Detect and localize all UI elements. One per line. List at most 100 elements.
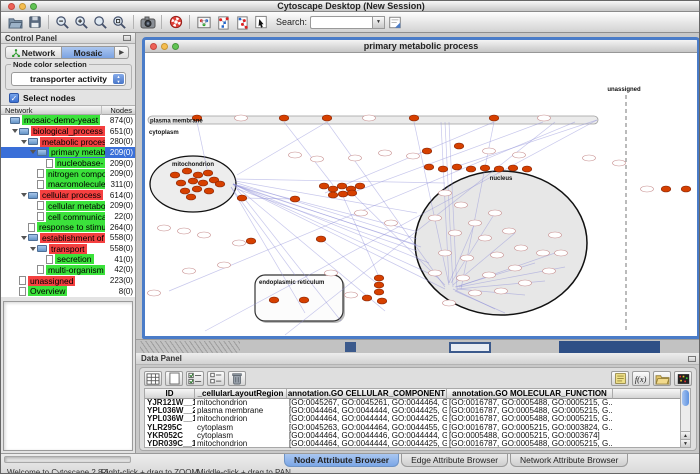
tab-edge-attribute-browser[interactable]: Edge Attribute Browser [401, 454, 508, 467]
background-window-fragment[interactable] [449, 342, 491, 353]
tree-row[interactable]: nucleobase-209(0) [1, 158, 135, 169]
network-node[interactable] [641, 186, 654, 192]
tree-row[interactable]: unassigned223(0) [1, 275, 135, 286]
network-node-selected[interactable] [347, 190, 357, 196]
network-node[interactable] [439, 250, 452, 256]
network-node-selected[interactable] [454, 143, 464, 149]
network-node-selected[interactable] [374, 282, 384, 288]
network-node-selected[interactable] [337, 183, 347, 189]
float-panel-icon[interactable] [123, 35, 131, 41]
tree-row[interactable]: primary metabo209(0) [1, 147, 135, 158]
network-node[interactable] [461, 255, 474, 261]
select-attributes-button[interactable] [144, 371, 162, 386]
tab-network-attribute-browser[interactable]: Network Attribute Browser [510, 454, 628, 467]
table-row[interactable]: YPL036W__2plasma membrane[GO:0044464, GO… [145, 407, 681, 415]
network-node-selected[interactable] [215, 181, 225, 187]
network-node[interactable] [379, 150, 392, 156]
network-node-selected[interactable] [374, 275, 384, 281]
network-node[interactable] [148, 290, 161, 296]
disclosure-triangle-icon[interactable] [12, 129, 18, 133]
table-row[interactable]: YLR295Ccytoplasm[GO:0045263, GO:0044464,… [145, 424, 681, 432]
zoom-selected-button[interactable] [91, 13, 110, 31]
close-window-icon[interactable] [8, 3, 15, 10]
network-node[interactable] [345, 292, 358, 298]
network-node-selected[interactable] [508, 165, 518, 171]
import-attributes-button[interactable] [653, 371, 671, 386]
zoom-in-button[interactable] [72, 13, 91, 31]
tree-row[interactable]: cellular metabo209(0) [1, 201, 135, 212]
table-row[interactable]: YJR121W__1mitochondrion[GO:0045267, GO:0… [145, 399, 681, 407]
network-node[interactable] [515, 245, 528, 251]
network-node[interactable] [469, 290, 482, 296]
disclosure-triangle-icon[interactable] [21, 140, 27, 144]
network-canvas[interactable]: plasma membrane cytoplasm mitochondrion … [145, 53, 697, 336]
background-window-fragment[interactable] [559, 341, 660, 353]
scrollbar-thumb[interactable] [682, 390, 689, 406]
tree-row[interactable]: mosaic-demo-yeast874(0) [1, 115, 135, 126]
network-node[interactable] [178, 228, 191, 234]
network-view-window[interactable]: primary metabolic process plasma membran… [142, 37, 700, 339]
network-node-selected[interactable] [422, 148, 432, 154]
network-node-selected[interactable] [246, 238, 256, 244]
delete-attribute-button[interactable] [228, 371, 246, 386]
select-nodes-checkbox[interactable]: ✓ [9, 93, 19, 103]
network-node[interactable] [429, 270, 442, 276]
tree-row[interactable]: multi-organism pro42(0) [1, 265, 135, 276]
network-node-selected[interactable] [192, 186, 202, 192]
select-all-attributes-button[interactable] [186, 371, 204, 386]
network-node-selected[interactable] [522, 166, 532, 172]
zoom-out-button[interactable] [53, 13, 72, 31]
new-attribute-button[interactable] [165, 371, 183, 386]
network-node[interactable] [183, 268, 196, 274]
col-header-cellular[interactable]: annotation.GO CELLULAR_COMPONENT [287, 389, 447, 399]
network-node-selected[interactable] [203, 170, 213, 176]
network-node-selected[interactable] [452, 164, 462, 170]
search-dropdown-icon[interactable]: ▼ [372, 16, 385, 29]
network-node[interactable] [443, 300, 456, 306]
network-node[interactable] [613, 160, 626, 166]
tree-row[interactable]: Overview8(0) [1, 286, 135, 297]
col-header-id[interactable]: ID [145, 389, 195, 399]
save-button[interactable] [25, 13, 44, 31]
unselect-all-attributes-button[interactable] [207, 371, 225, 386]
tree-row[interactable]: cellular process614(0) [1, 190, 135, 201]
network-node-selected[interactable] [182, 168, 192, 174]
zoom-view-icon[interactable] [172, 43, 179, 50]
col-header-molecular[interactable]: annotation.GO MOLECULAR_FUNCTION [447, 389, 613, 399]
network-node-selected[interactable] [328, 192, 338, 198]
network-node[interactable] [513, 152, 526, 158]
mosaic-plugin-button-1[interactable] [213, 13, 232, 31]
matrix-view-button[interactable] [674, 371, 692, 386]
network-node[interactable] [233, 240, 246, 246]
network-node[interactable] [289, 152, 302, 158]
network-node[interactable] [555, 250, 568, 256]
notepad-button[interactable] [611, 371, 629, 386]
layout-button[interactable] [194, 13, 213, 31]
tree-row[interactable]: cell communicat22(0) [1, 211, 135, 222]
birds-eye-view[interactable] [3, 301, 133, 451]
network-node[interactable] [355, 210, 368, 216]
network-node-selected[interactable] [466, 166, 476, 172]
advanced-search-button[interactable] [385, 13, 404, 31]
network-node[interactable] [311, 156, 324, 162]
network-node[interactable] [449, 230, 462, 236]
network-node-selected[interactable] [494, 166, 504, 172]
table-row[interactable]: YPL036W__1mitochondrion[GO:0044464, GO:0… [145, 415, 681, 423]
network-node-selected[interactable] [279, 115, 289, 121]
network-node-selected[interactable] [424, 164, 434, 170]
network-node-selected[interactable] [377, 298, 387, 304]
network-node[interactable] [583, 155, 596, 161]
minimize-view-icon[interactable] [161, 43, 168, 50]
network-node-selected[interactable] [316, 236, 326, 242]
network-node[interactable] [503, 228, 516, 234]
network-node-selected[interactable] [489, 115, 499, 121]
network-node[interactable] [455, 202, 468, 208]
zoom-window-icon[interactable] [30, 3, 37, 10]
network-node-selected[interactable] [180, 188, 190, 194]
network-node[interactable] [483, 272, 496, 278]
network-node[interactable] [537, 250, 550, 256]
tab-mosaic[interactable]: Mosaic [62, 46, 115, 59]
network-node[interactable] [429, 215, 442, 221]
help-button[interactable] [166, 13, 185, 31]
network-node-selected[interactable] [438, 166, 448, 172]
